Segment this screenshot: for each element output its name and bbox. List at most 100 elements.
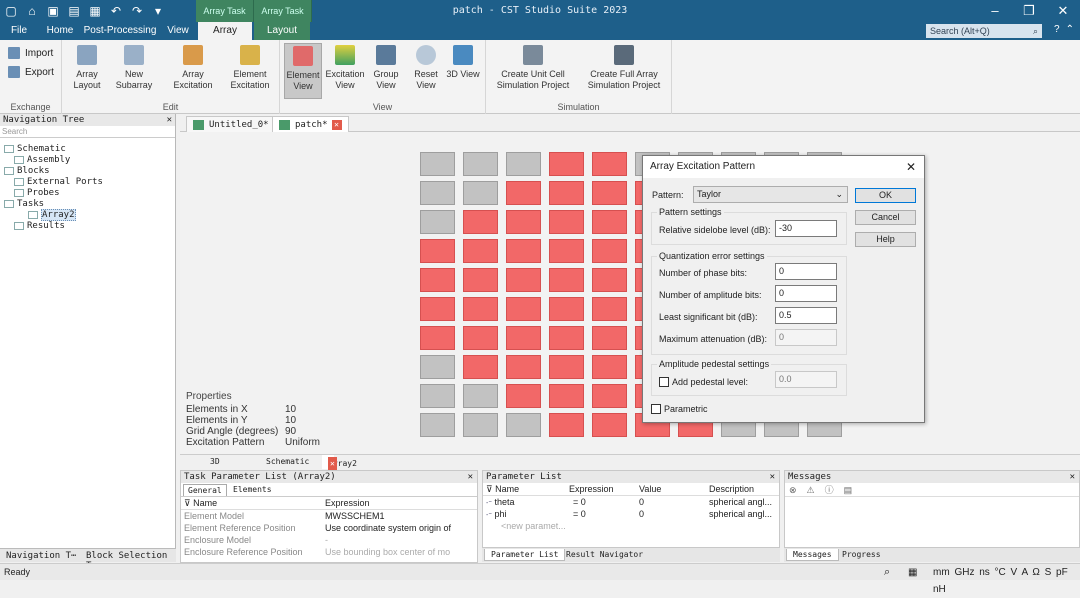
array-element-cell[interactable]	[463, 326, 498, 350]
amplitude-bits-input[interactable]: 0	[775, 285, 837, 302]
tree-item-schematic[interactable]: Schematic	[4, 144, 66, 155]
new-parameter-placeholder[interactable]: <new paramet...	[483, 520, 566, 532]
array-element-cell[interactable]	[420, 384, 455, 408]
array-layout-button[interactable]: Array Layout	[66, 45, 108, 91]
close-tab-icon[interactable]: ✕	[328, 457, 337, 471]
array-element-cell[interactable]	[549, 239, 584, 263]
close-tab-icon[interactable]: ✕	[331, 119, 342, 130]
table-row[interactable]: Element Reference Position Use coordinate…	[181, 522, 477, 534]
tab-general[interactable]: General	[183, 484, 227, 496]
parametric-checkbox[interactable]	[651, 404, 661, 414]
param-expression[interactable]: = 0	[569, 496, 639, 508]
array-element-cell[interactable]	[592, 384, 627, 408]
lsb-input[interactable]: 0.5	[775, 307, 837, 324]
close-panel-icon[interactable]: ✕	[167, 114, 172, 126]
array-element-cell[interactable]	[506, 268, 541, 292]
array-element-cell[interactable]	[506, 181, 541, 205]
array-element-cell[interactable]	[549, 152, 584, 176]
error-filter-icon[interactable]: ⊗	[789, 483, 797, 496]
array-element-cell[interactable]	[463, 152, 498, 176]
array-element-cell[interactable]	[592, 210, 627, 234]
array-element-cell[interactable]	[549, 297, 584, 321]
expand-icon[interactable]	[4, 144, 14, 153]
phase-bits-input[interactable]: 0	[775, 263, 837, 280]
help-button[interactable]: Help	[855, 232, 916, 247]
tab-navigation-tree[interactable]: Navigation T⋯	[6, 551, 76, 561]
close-dialog-icon[interactable]: ✕	[906, 156, 916, 178]
array-element-cell[interactable]	[506, 355, 541, 379]
tab-file[interactable]: File	[0, 22, 38, 40]
table-row[interactable]: Element Model MWSSCHEM1	[181, 510, 477, 522]
param-expression[interactable]: MWSSCHEM1	[321, 510, 471, 522]
param-expression[interactable]: -	[321, 534, 471, 546]
array-element-cell[interactable]	[506, 297, 541, 321]
tree-item-array2[interactable]: Array2	[28, 209, 76, 221]
ok-button[interactable]: OK	[855, 188, 916, 203]
array-element-cell[interactable]	[420, 181, 455, 205]
tree-item-blocks[interactable]: Blocks	[4, 166, 50, 177]
param-expression[interactable]: Use coordinate system origin of	[321, 522, 471, 534]
tab-messages[interactable]: Messages	[786, 549, 839, 561]
array-element-cell[interactable]	[463, 181, 498, 205]
array-element-cell[interactable]	[592, 239, 627, 263]
close-window-icon[interactable]: ✕	[1046, 0, 1080, 22]
clear-messages-icon[interactable]: ▤	[844, 483, 853, 496]
reset-view-button[interactable]: Reset View	[408, 45, 444, 91]
tab-layout[interactable]: Layout	[254, 22, 310, 40]
minimize-icon[interactable]: –	[978, 0, 1012, 22]
table-row[interactable]: Enclosure Reference Position Use bounding…	[181, 546, 477, 558]
navigation-search-input[interactable]: Search	[0, 126, 175, 138]
array-element-cell[interactable]	[420, 355, 455, 379]
units-display[interactable]: mm GHz ns °C V A Ω S pF nH	[933, 564, 1080, 598]
array-element-cell[interactable]	[592, 355, 627, 379]
collapse-ribbon-icon[interactable]: ⌃	[1066, 24, 1074, 35]
param-expression[interactable]: Use bounding box center of mo	[321, 546, 471, 558]
tab-progress[interactable]: Progress	[842, 550, 881, 559]
array-element-cell[interactable]	[549, 384, 584, 408]
tree-item-results[interactable]: Results	[14, 221, 65, 232]
close-panel-icon[interactable]: ✕	[1070, 471, 1075, 483]
view-tab-3d[interactable]: 3D	[210, 457, 220, 466]
array-element-cell[interactable]	[592, 326, 627, 350]
array-element-cell[interactable]	[463, 210, 498, 234]
array-element-cell[interactable]	[420, 152, 455, 176]
warning-filter-icon[interactable]: ⚠	[807, 483, 815, 496]
pedestal-input[interactable]: 0.0	[775, 371, 837, 388]
tree-item-tasks[interactable]: Tasks	[4, 199, 44, 210]
array-element-cell[interactable]	[506, 413, 541, 437]
view-tab-array2[interactable]: Array2 ✕	[322, 455, 357, 471]
tab-home[interactable]: Home	[40, 22, 80, 40]
param-description[interactable]: spherical angl...	[709, 496, 775, 508]
export-button[interactable]: Export	[8, 66, 54, 78]
search-input[interactable]: Search (Alt+Q) ⌕	[926, 24, 1042, 38]
array-element-cell[interactable]	[549, 210, 584, 234]
array-element-cell[interactable]	[549, 413, 584, 437]
array-element-cell[interactable]	[420, 239, 455, 263]
close-panel-icon[interactable]: ✕	[468, 471, 473, 483]
view-tab-schematic[interactable]: Schematic	[266, 457, 309, 466]
excitation-view-button[interactable]: Excitation View	[324, 45, 366, 91]
3d-view-button[interactable]: 3D View	[444, 45, 482, 80]
array-element-cell[interactable]	[420, 413, 455, 437]
array-element-cell[interactable]	[592, 268, 627, 292]
tab-result-navigator[interactable]: Result Navigator	[566, 550, 643, 559]
array-element-cell[interactable]	[506, 239, 541, 263]
tab-elements[interactable]: Elements	[233, 485, 272, 494]
array-element-cell[interactable]	[549, 181, 584, 205]
max-attenuation-input[interactable]: 0	[775, 329, 837, 346]
info-filter-icon[interactable]: ⓘ	[825, 483, 834, 496]
add-pedestal-checkbox[interactable]	[659, 377, 669, 387]
param-expression[interactable]: = 0	[569, 508, 639, 520]
tab-view[interactable]: View	[160, 22, 196, 40]
close-panel-icon[interactable]: ✕	[770, 471, 775, 483]
filter-icon[interactable]: ⊽	[486, 484, 493, 494]
element-excitation-button[interactable]: Element Excitation	[226, 45, 274, 91]
help-icon[interactable]: ?	[1054, 24, 1060, 35]
array-element-cell[interactable]	[420, 210, 455, 234]
table-row[interactable]: Enclosure Model -	[181, 534, 477, 546]
cancel-button[interactable]: Cancel	[855, 210, 916, 225]
array-element-cell[interactable]	[549, 268, 584, 292]
doc-tab-patch[interactable]: patch* ✕	[272, 116, 349, 132]
array-element-cell[interactable]	[463, 268, 498, 292]
zoom-icon[interactable]: ⌕	[884, 564, 890, 581]
